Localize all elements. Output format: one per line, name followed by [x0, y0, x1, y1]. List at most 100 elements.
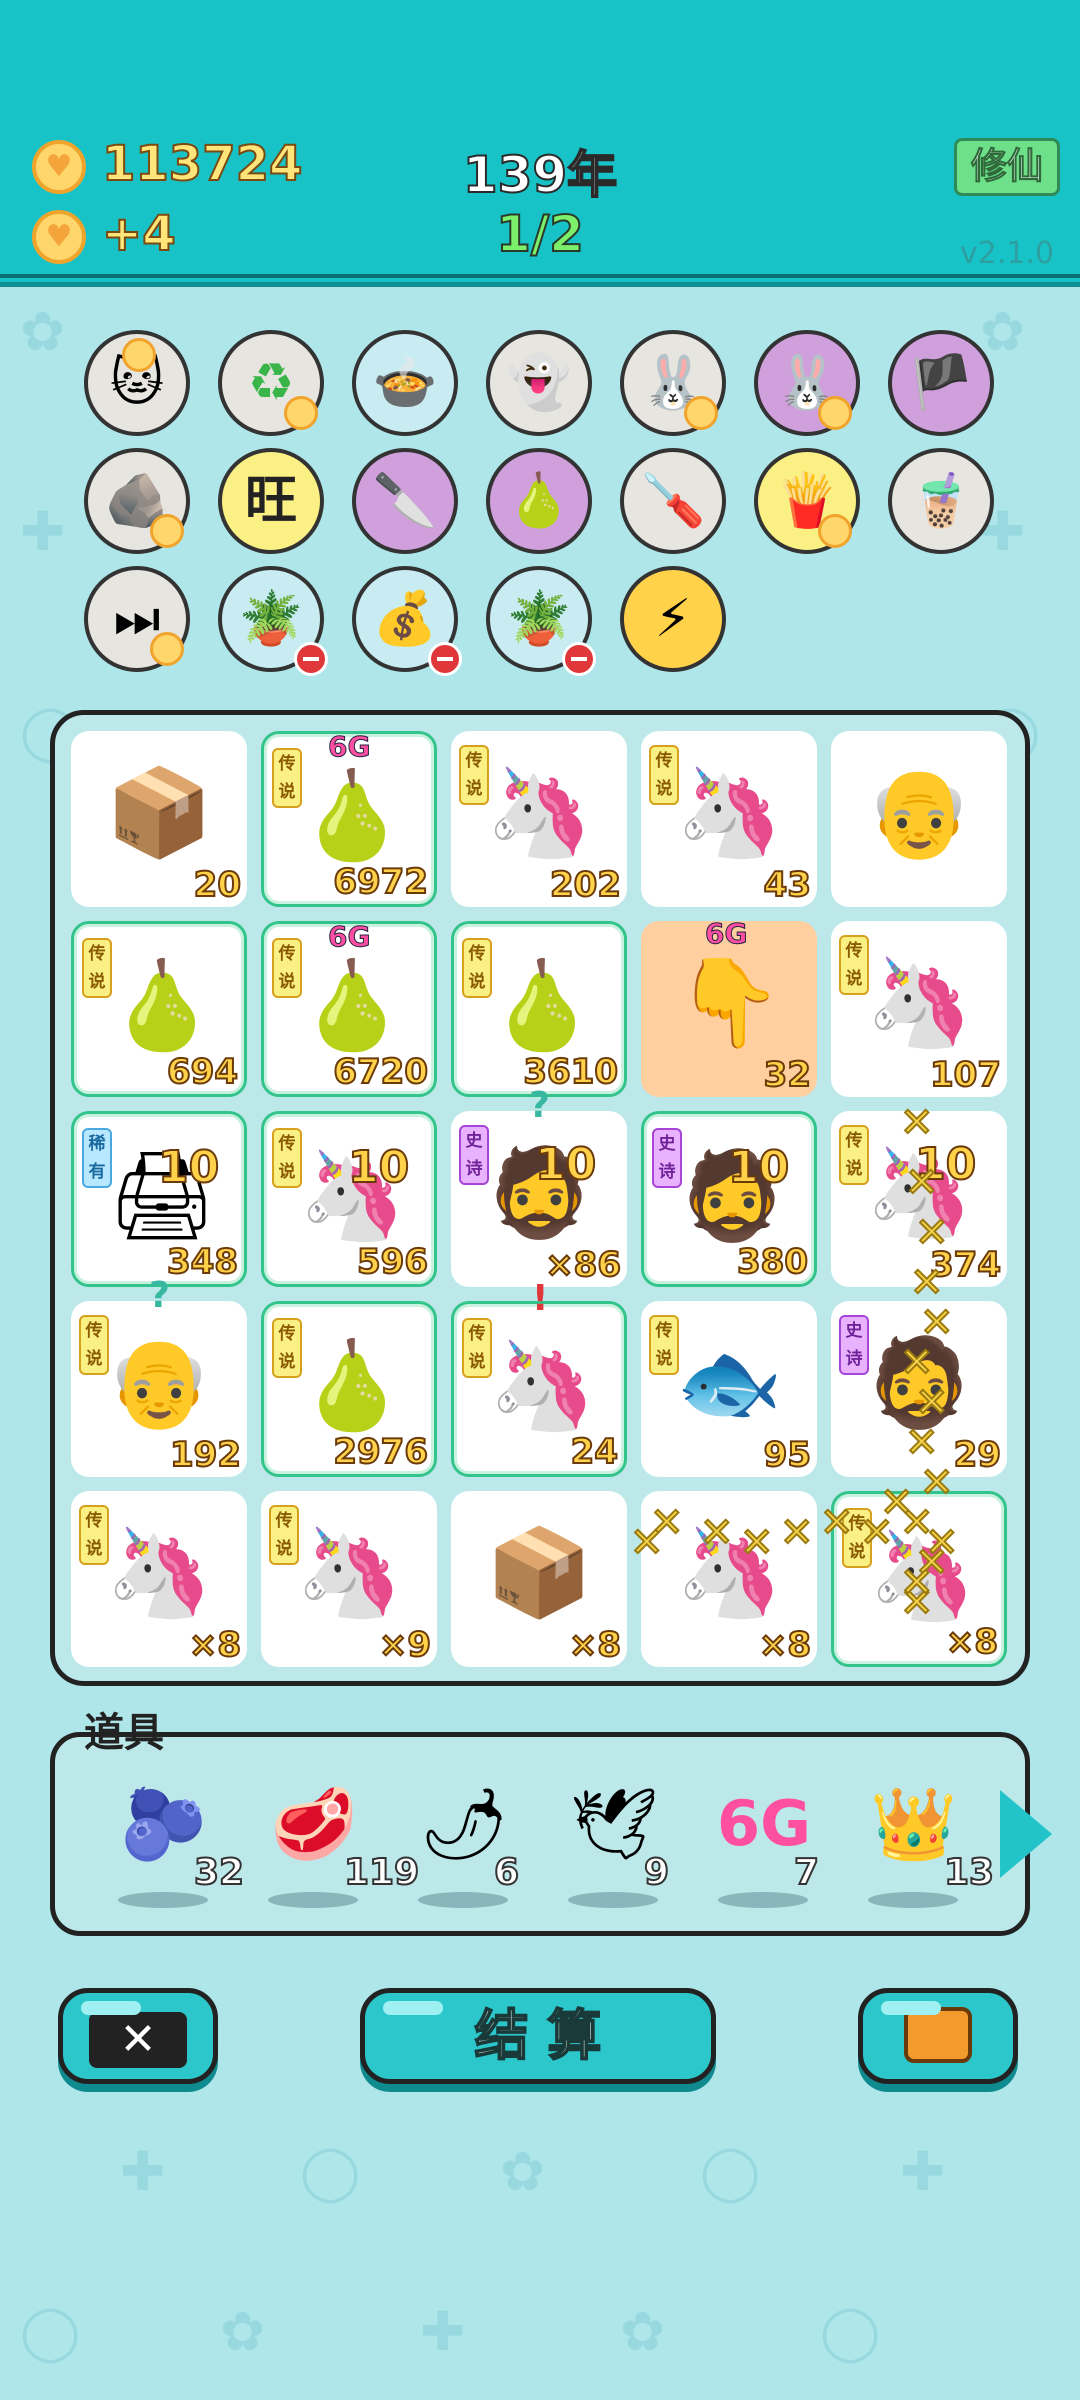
symbol-icon: 👴 — [865, 763, 973, 863]
cultivate-button[interactable]: 修仙 — [954, 138, 1060, 196]
board-cell[interactable]: 🍐 传说 2976 — [261, 1301, 437, 1477]
symbol-count: 24 — [570, 1431, 619, 1473]
symbol-count: ×8 — [758, 1624, 812, 1666]
board-cell[interactable]: 🐟 传说 95 — [641, 1301, 817, 1477]
ghost-icon[interactable]: 👻 — [486, 330, 592, 436]
symbol-icon: 📦 — [105, 763, 213, 863]
board-cell[interactable]: 👴 传说? 192 — [71, 1275, 247, 1477]
remove-badge-icon[interactable] — [562, 642, 596, 676]
board-cell[interactable]: 🖨 稀有 10 348 — [71, 1111, 247, 1287]
rarity-tag: 传说 — [82, 938, 112, 998]
board-cell[interactable]: 🧔 史诗 10 380 — [641, 1111, 817, 1287]
pomelo-slice-icon[interactable]: 🍐 — [486, 448, 592, 554]
remove-badge-icon[interactable] — [294, 642, 328, 676]
board-cell[interactable]: 🦄 传说! 24 — [451, 1278, 627, 1477]
income-icon — [32, 210, 86, 264]
item-shadow — [568, 1892, 658, 1908]
eyepatch-icon[interactable]: 🏴 — [888, 330, 994, 436]
coin-bonus-overlay: 10 — [157, 1141, 220, 1194]
symbol-icon: 👇 — [675, 953, 783, 1053]
symbol-count: 2976 — [332, 1431, 429, 1473]
effect-x-icon: ✕ — [899, 1559, 934, 1607]
rarity-tag: 传说 — [462, 938, 492, 998]
board-cell[interactable]: 🦄 传说 43 — [641, 731, 817, 907]
symbol-count: ×86 — [544, 1244, 622, 1286]
board-cell[interactable]: 🦄 传说 ×9 — [261, 1491, 437, 1667]
screwdriver-icon[interactable]: 🪛 — [620, 448, 726, 554]
symbol-count: 20 — [193, 864, 242, 906]
coin-badge-icon — [150, 632, 184, 666]
board-cell[interactable]: 🦄 传说 ×8 — [71, 1491, 247, 1667]
rarity-tag: 传说 — [649, 745, 679, 805]
year-counter: 139年 — [462, 145, 618, 205]
symbol-count: 192 — [169, 1434, 242, 1476]
coin-bonus-overlay: 10 — [347, 1141, 410, 1194]
symbol-count: 43 — [763, 864, 812, 906]
board-cell[interactable]: 🦄 传说 107 — [831, 921, 1007, 1097]
top-bar: 113724 +4 139年 1/2 修仙 v2.1.0 — [0, 0, 1080, 287]
board-cell[interactable]: 👇 6G 32 — [641, 917, 817, 1097]
item-shadow — [718, 1892, 808, 1908]
symbol-count: ×8 — [945, 1621, 999, 1663]
symbol-count: 29 — [953, 1434, 1002, 1476]
effect-x-icon: ✕ — [629, 1519, 664, 1567]
board-cell[interactable]: 🧔 史诗 10? ×86 — [451, 1085, 627, 1287]
cleaver-icon[interactable]: 🔪 — [352, 448, 458, 554]
rarity-tag: 传说 — [839, 935, 869, 995]
effect-x-icon: ✕ — [914, 1209, 949, 1257]
exit-button[interactable]: ✕ — [58, 1988, 218, 2084]
symbol-count: ×9 — [378, 1624, 432, 1666]
rarity-tag: 传说 — [649, 1315, 679, 1375]
board-cell[interactable]: 👴 — [831, 731, 1007, 907]
board-cell[interactable]: 🍐 传说 6G 6972 — [261, 730, 437, 907]
rarity-tag: 传说 — [269, 1505, 299, 1565]
close-icon: ✕ — [89, 2012, 187, 2068]
symbol-count: 380 — [736, 1241, 809, 1283]
effect-x-icon: ✕ — [699, 1509, 734, 1557]
board-cell[interactable]: 🍐 传说 694 — [71, 921, 247, 1097]
rarity-tag: 传说 — [272, 938, 302, 998]
rarity-tag: 稀有 — [82, 1128, 112, 1188]
board-cell[interactable]: 📦 ×8 — [451, 1491, 627, 1667]
board-cell[interactable]: 🦄 传说 202 — [451, 731, 627, 907]
item-shadow — [418, 1892, 508, 1908]
item-shadow — [868, 1892, 958, 1908]
symbol-count: 32 — [763, 1054, 812, 1096]
wang-text-icon[interactable]: 旺 — [218, 448, 324, 554]
board-cell[interactable]: 📦 20 — [71, 731, 247, 907]
rarity-tag: 传说 — [272, 1128, 302, 1188]
rarity-tag: 传说 — [462, 1318, 492, 1378]
coin-badge-icon — [122, 338, 156, 372]
board-cell[interactable]: 🍐 传说 6G 6720 — [261, 920, 437, 1097]
status-mark: ? — [529, 1085, 550, 1126]
symbol-count: 95 — [763, 1434, 812, 1476]
remove-badge-icon[interactable] — [428, 642, 462, 676]
effect-x-icon: ✕ — [779, 1509, 814, 1557]
symbol-count: 6972 — [332, 861, 429, 903]
header-divider — [0, 274, 1080, 278]
coin-bonus-overlay: 10 — [534, 1138, 597, 1191]
lightning-icon[interactable]: ⚡ — [620, 566, 726, 672]
board-cell[interactable]: 🍐 传说 3610 — [451, 921, 627, 1097]
bag-button[interactable] — [858, 1988, 1018, 2084]
wave-counter: 1/2 — [495, 204, 585, 264]
board-cell[interactable]: 🦄 传说 10 596 — [261, 1111, 437, 1287]
coin-icon — [32, 140, 86, 194]
coin-bonus-overlay: 10 — [727, 1141, 790, 1194]
settle-label: 结 算 — [474, 2003, 603, 2068]
symbol-count: ×8 — [188, 1624, 242, 1666]
settle-button[interactable]: 结 算 — [360, 1988, 716, 2084]
pot-duck-icon[interactable]: 🍲 — [352, 330, 458, 436]
bubble-tea-icon[interactable]: 🧋 — [888, 448, 994, 554]
item-count: 13 — [943, 1851, 995, 1894]
item-shadow — [118, 1892, 208, 1908]
symbol-icon: 📦 — [485, 1523, 593, 1623]
next-arrow-icon[interactable] — [1000, 1790, 1052, 1878]
effect-x-icon: ✕ — [899, 1099, 934, 1147]
coin-total: 113724 — [101, 135, 303, 193]
symbol-count: 202 — [549, 864, 622, 906]
item-count: 9 — [643, 1851, 670, 1894]
symbol-count: ×8 — [568, 1624, 622, 1666]
rarity-tag: 史诗 — [459, 1125, 489, 1185]
income-value: +4 — [101, 205, 177, 263]
